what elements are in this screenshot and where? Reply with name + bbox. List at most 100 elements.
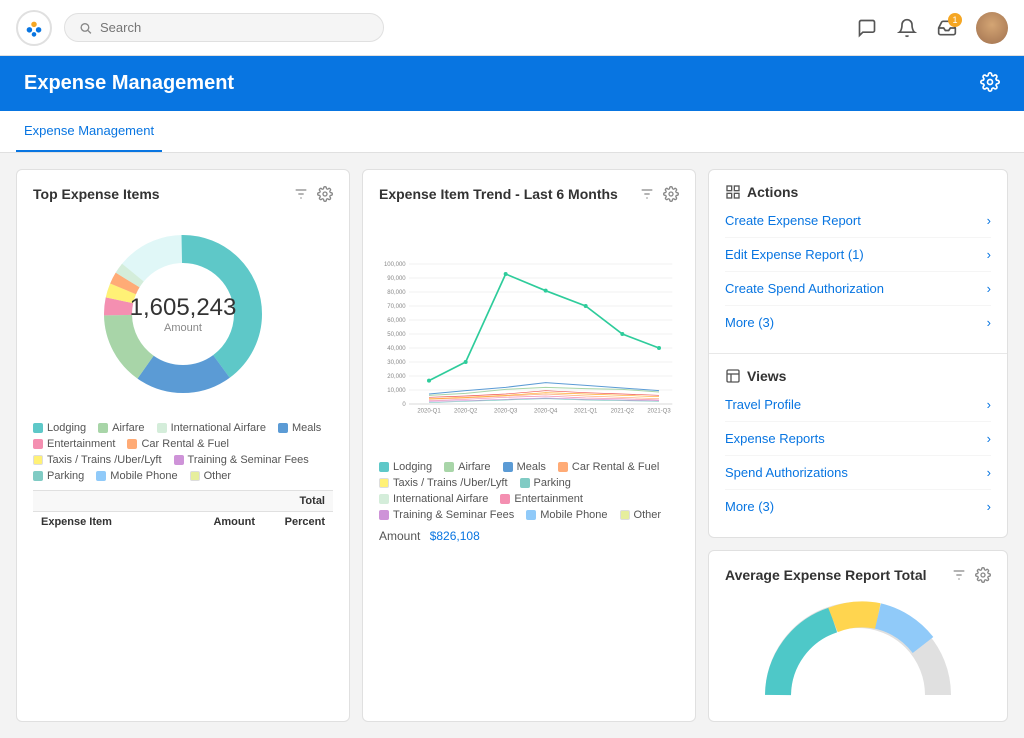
workday-logo[interactable] [16,10,52,46]
trend-legend-car: Car Rental & Fuel [558,461,659,473]
legend-car-rental: Car Rental & Fuel [127,438,228,450]
trend-filter-icon [639,186,655,202]
search-bar[interactable] [64,13,384,42]
filter-icon [293,186,309,202]
legend-meals: Meals [278,422,321,434]
legend-taxis: Taxis / Trains /Uber/Lyft [33,454,162,466]
svg-text:2020-Q4: 2020-Q4 [534,409,558,415]
trend-legend: Lodging Airfare Meals Car Rental & Fuel … [379,461,679,521]
settings-icon [317,186,333,202]
avg-report-actions[interactable] [951,567,991,583]
trend-chart-card: Expense Item Trend - Last 6 Months [362,169,696,722]
header-settings-icon[interactable] [980,72,1000,95]
legend-lodging: Lodging [33,422,86,434]
trend-amount-label: Amount [379,529,420,543]
tabs-bar: Expense Management [0,111,1024,153]
actions-title: Actions [725,184,991,200]
chevron-icon: › [987,247,991,262]
line-chart-area: 100,000 90,000 80,000 70,000 60,000 50,0… [379,214,679,457]
chevron-icon: › [987,315,991,330]
legend-mobile: Mobile Phone [96,470,177,482]
svg-text:50,000: 50,000 [387,332,406,338]
trend-legend-training: Training & Seminar Fees [379,509,514,521]
avg-settings-icon [975,567,991,583]
page-header: Expense Management [0,56,1024,111]
trend-legend-taxis: Taxis / Trains /Uber/Lyft [379,477,508,489]
chevron-icon: › [987,499,991,514]
svg-text:70,000: 70,000 [387,304,406,310]
avg-filter-icon [951,567,967,583]
action-create-expense[interactable]: Create Expense Report › [725,204,991,238]
col-percent: Percent [255,516,325,528]
trend-legend-mobile: Mobile Phone [526,509,607,521]
table-total-row: Total [33,491,333,511]
view-spend-auth[interactable]: Spend Authorizations › [725,456,991,490]
trend-legend-entertainment: Entertainment [500,493,582,505]
trend-legend-parking: Parking [520,477,571,489]
top-expense-items-card: Top Expense Items [16,169,350,722]
trend-settings-icon [663,186,679,202]
svg-text:2020-Q1: 2020-Q1 [417,409,441,415]
expense-table: Total Expense Item Amount Percent [33,490,333,532]
view-expense-reports[interactable]: Expense Reports › [725,422,991,456]
views-title: Views [725,368,991,384]
svg-text:20,000: 20,000 [387,374,406,380]
svg-text:2021-Q1: 2021-Q1 [574,409,598,415]
col-expense-item: Expense Item [41,516,185,528]
trend-legend-int-airfare: International Airfare [379,493,488,505]
svg-text:10,000: 10,000 [387,388,406,394]
inbox-badge: 1 [948,13,962,27]
svg-text:2021-Q3: 2021-Q3 [647,409,671,415]
trend-legend-meals: Meals [503,461,546,473]
notifications-icon[interactable] [896,17,918,39]
actions-section: Actions Create Expense Report › Edit Exp… [709,170,1007,353]
trend-line-chart: 100,000 90,000 80,000 70,000 60,000 50,0… [379,214,679,454]
total-header: Total [255,495,325,507]
trend-chart-actions[interactable] [639,186,679,202]
svg-text:40,000: 40,000 [387,346,406,352]
trend-legend-lodging: Lodging [379,461,432,473]
top-nav: 1 [0,0,1024,56]
view-more[interactable]: More (3) › [725,490,991,523]
svg-text:90,000: 90,000 [387,276,406,282]
action-edit-expense[interactable]: Edit Expense Report (1) › [725,238,991,272]
svg-text:80,000: 80,000 [387,290,406,296]
chevron-icon: › [987,465,991,480]
expense-legend: Lodging Airfare International Airfare Me… [33,422,333,482]
actions-views-card: Actions Create Expense Report › Edit Exp… [708,169,1008,538]
page-title: Expense Management [24,72,234,95]
legend-entertainment: Entertainment [33,438,115,450]
views-section: Views Travel Profile › Expense Reports ›… [709,354,1007,537]
trend-legend-other: Other [620,509,662,521]
action-create-spend[interactable]: Create Spend Authorization › [725,272,991,306]
trend-chart-header: Expense Item Trend - Last 6 Months [379,186,679,202]
avg-chart-area [725,595,991,705]
trend-amount-row: Amount $826,108 [379,529,679,543]
avg-report-header: Average Expense Report Total [725,567,991,583]
views-icon [725,368,741,384]
trend-chart-title: Expense Item Trend - Last 6 Months [379,186,618,202]
chevron-icon: › [987,431,991,446]
svg-text:60,000: 60,000 [387,318,406,324]
legend-other: Other [190,470,232,482]
top-expense-actions[interactable] [293,186,333,202]
chat-icon[interactable] [856,17,878,39]
main-content: Top Expense Items [0,153,1024,738]
search-input[interactable] [100,20,369,35]
trend-legend-airfare: Airfare [444,461,490,473]
svg-text:2021-Q2: 2021-Q2 [611,409,635,415]
legend-airfare: Airfare [98,422,144,434]
svg-text:100,000: 100,000 [384,262,406,268]
svg-text:2020-Q3: 2020-Q3 [494,409,518,415]
top-expense-header: Top Expense Items [33,186,333,202]
trend-amount-value: $826,108 [430,529,480,543]
inbox-icon[interactable]: 1 [936,17,958,39]
user-avatar[interactable] [976,12,1008,44]
donut-center: 1,605,243 Amount [130,294,237,334]
avg-report-title: Average Expense Report Total [725,567,927,583]
donut-chart-container: 1,605,243 Amount [33,214,333,414]
tab-expense-management[interactable]: Expense Management [16,111,162,152]
action-more[interactable]: More (3) › [725,306,991,339]
view-travel-profile[interactable]: Travel Profile › [725,388,991,422]
legend-int-airfare: International Airfare [157,422,266,434]
